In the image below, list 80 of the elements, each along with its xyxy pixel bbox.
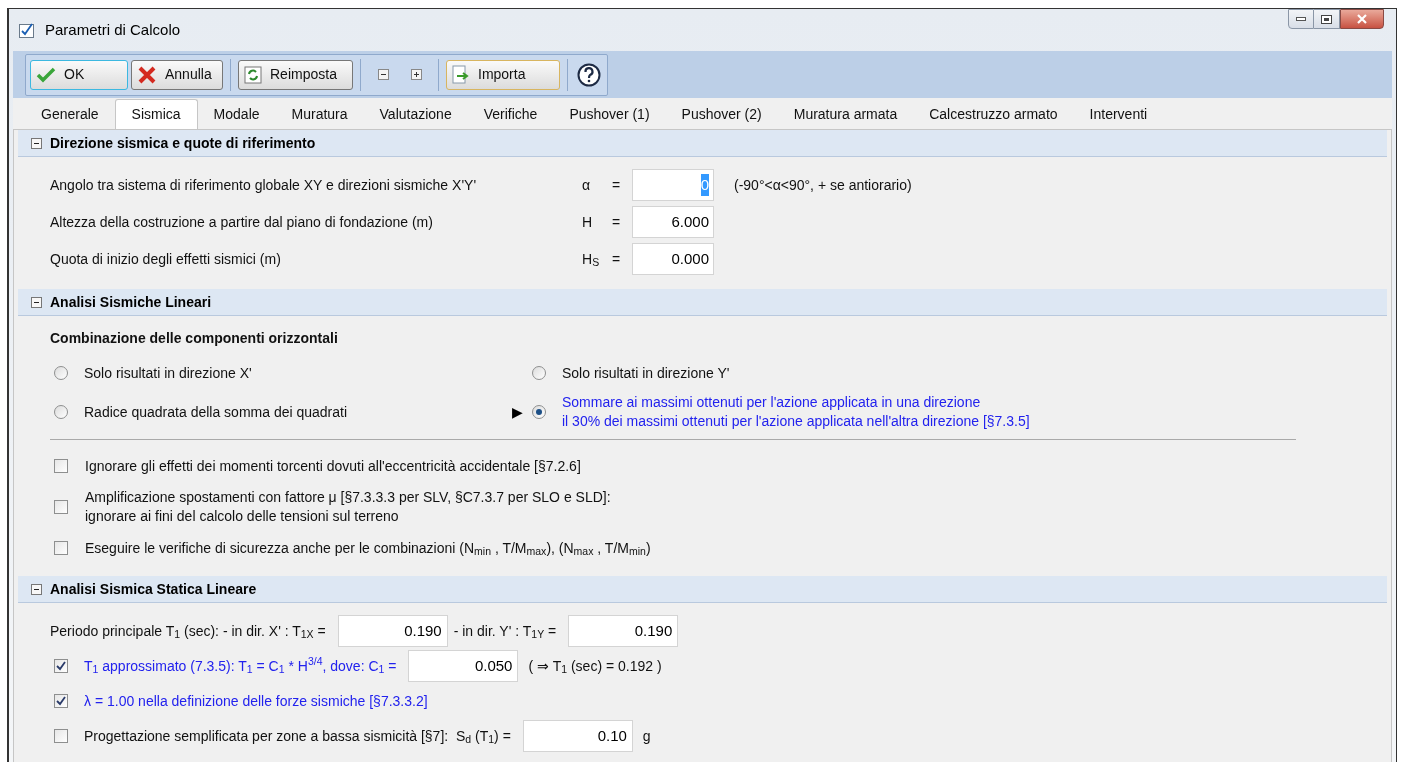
section-title: Analisi Sismica Statica Lineare: [50, 579, 257, 599]
range-note: (-90°<α<90°, + se antiorario): [734, 175, 912, 195]
tab[interactable]: Valutazione: [363, 99, 468, 129]
group-title: Combinazione delle componenti orizzontali: [50, 329, 339, 348]
equals-sign: =: [612, 212, 622, 232]
restore-button[interactable]: [1314, 9, 1340, 29]
tab[interactable]: Generale: [25, 99, 115, 129]
close-button[interactable]: [1340, 9, 1384, 29]
tab[interactable]: Pushover (1): [553, 99, 666, 129]
ok-button[interactable]: OK: [30, 59, 128, 90]
checkbox[interactable]: [54, 659, 68, 673]
checkbox-label[interactable]: T$_{1}$ approssimato (7.3.5): T$_{1}$ = C$_{1}$ * H$^{3/4}$, dove: C$_{1}$ =: [84, 655, 397, 677]
parameter-label: Angolo tra sistema di riferimento globale XY e direzioni sismiche X'Y': [50, 175, 478, 195]
tab[interactable]: Sismica: [114, 99, 198, 129]
restore-icon: [1321, 14, 1332, 24]
parameter-label: - in dir. Y' : T$_{1Y}$ =: [453, 621, 557, 642]
tab[interactable]: Verifiche: [467, 99, 554, 129]
minus-icon: [377, 69, 389, 80]
parameter-symbol: H: [582, 212, 594, 232]
pointer-marker: ▶: [512, 402, 523, 422]
minimize-icon: [1296, 17, 1306, 21]
checkbox-label[interactable]: Amplificazione spostamenti con fattore μ [§7.3.3.3 per SLV, §C7.3.7 per SLO e SLD]: ignorare ai fini del calcolo delle tensioni sul terreno: [85, 488, 611, 526]
import-button[interactable]: Importa: [446, 59, 560, 90]
equals-sign: =: [612, 175, 622, 195]
checkbox[interactable]: [54, 694, 68, 708]
equals-sign: =: [612, 249, 622, 269]
checkbox-label[interactable]: Eseguire le verifiche di sicurezza anche per le combinazioni (N$_{min}$ , T/M$_{max}$), (N$_{max}$ , T/M$_{min}$): [85, 538, 651, 558]
section-title: Analisi Sismiche Lineari: [50, 292, 212, 312]
radio-label[interactable]: Solo risultati in direzione Y': [562, 363, 730, 383]
number-field[interactable]: 0.000: [632, 243, 714, 275]
parameter-symbol: α: [582, 175, 592, 195]
radio-label[interactable]: Sommare ai massimi ottenuti per l'azione applicata in una direzione il 30% dei massimi ottenuti per l'azione applicata nell'altra direzione [§7.3.5]: [562, 393, 1030, 431]
checkbox[interactable]: [54, 541, 68, 555]
parameter-label: Periodo principale T$_{1}$ (sec): - in dir. X' : T$_{1X}$ =: [50, 621, 326, 642]
check-icon: [56, 696, 66, 706]
close-icon: [1356, 14, 1368, 24]
tab[interactable]: Interventi: [1073, 99, 1164, 129]
tab[interactable]: Muratura armata: [777, 99, 914, 129]
checkbox-label[interactable]: λ = 1.00 nella definizione delle forze sismiche [§7.3.3.2]: [84, 690, 428, 712]
parameter-symbol: H$_{S}$: [582, 249, 601, 270]
refresh-icon: [244, 65, 262, 84]
result-note: g: [642, 726, 651, 746]
number-field[interactable]: 0.190: [568, 615, 679, 647]
tab[interactable]: Muratura: [275, 99, 364, 129]
tab[interactable]: Calcestruzzo armato: [913, 99, 1074, 129]
number-field[interactable]: 0.190: [337, 615, 448, 647]
radio-label[interactable]: Solo risultati in direzione X': [84, 363, 252, 383]
plus-icon: [410, 69, 422, 80]
checkbox-app-icon: [19, 22, 37, 38]
section-title: Direzione sismica e quote di riferimento: [50, 133, 316, 153]
collapse-icon[interactable]: [31, 137, 42, 149]
radio-button[interactable]: [54, 366, 68, 380]
check-icon: [56, 661, 66, 671]
checkbox[interactable]: [54, 459, 68, 473]
reset-button[interactable]: Reimposta: [238, 59, 353, 90]
number-field[interactable]: 0.10: [522, 720, 633, 752]
radio-label[interactable]: Radice quadrata della somma dei quadrati: [84, 402, 348, 422]
number-field[interactable]: 6.000: [632, 206, 714, 238]
minimize-button[interactable]: [1288, 9, 1314, 29]
window-title: Parametri di Calcolo: [45, 19, 181, 40]
collapse-icon[interactable]: [31, 583, 42, 595]
result-note: ( ⇒ T$_{1}$ (sec) = 0.192 ): [528, 656, 662, 677]
help-icon: [577, 62, 601, 87]
close-icon: [137, 65, 157, 84]
cancel-button[interactable]: Annulla: [131, 59, 223, 90]
document-arrow-icon: [452, 64, 470, 85]
checkbox-label[interactable]: Ignorare gli effetti dei momenti torcenti dovuti all'eccentricità accidentale [§7.2.6]: [85, 456, 581, 476]
parameter-label: Quota di inizio degli effetti sismici (m): [50, 249, 282, 269]
radio-button[interactable]: [532, 405, 546, 419]
tab[interactable]: Modale: [197, 99, 276, 129]
radio-button[interactable]: [532, 366, 546, 380]
checkbox[interactable]: [54, 729, 68, 743]
checkbox-label[interactable]: Progettazione semplificata per zone a bassa sismicità [§7]: S$_{d}$ (T$_{1}$) =: [84, 725, 511, 747]
collapse-icon[interactable]: [31, 296, 42, 308]
parameter-label: Altezza della costruzione a partire dal piano di fondazione (m): [50, 212, 434, 232]
number-field[interactable]: 0.050: [408, 650, 519, 682]
tab[interactable]: Pushover (2): [665, 99, 778, 129]
radio-button[interactable]: [54, 405, 68, 419]
checkbox[interactable]: [54, 500, 68, 514]
check-icon: [36, 66, 56, 83]
